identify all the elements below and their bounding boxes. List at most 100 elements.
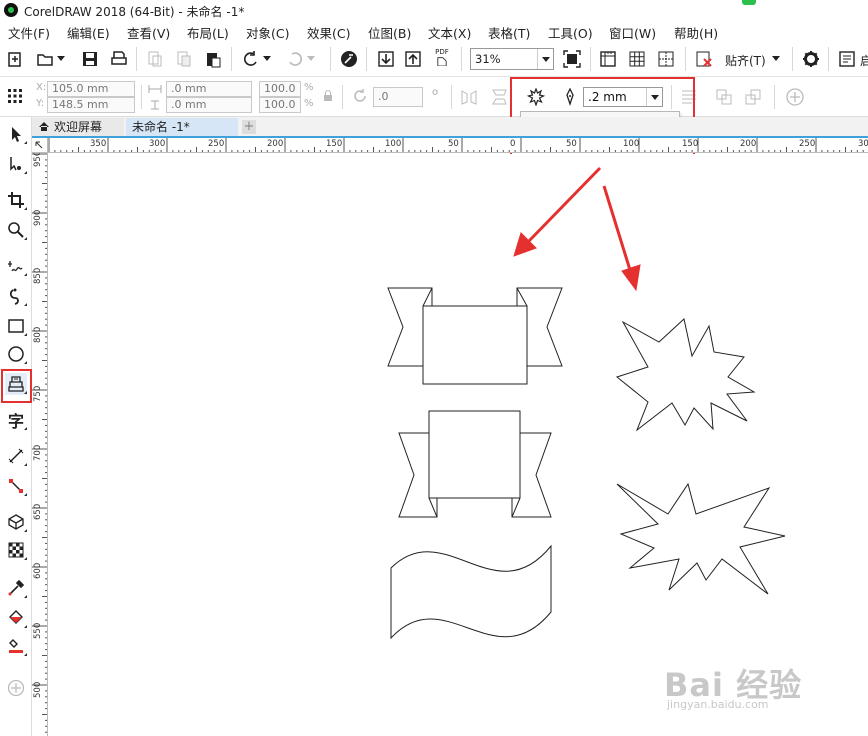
search-content-icon[interactable]: [340, 50, 358, 68]
mirror-horizontal-icon[interactable]: [460, 88, 478, 106]
chevron-down-icon[interactable]: [306, 50, 316, 68]
ruler-origin[interactable]: [32, 138, 48, 153]
tab-welcome-screen[interactable]: 欢迎屏幕: [32, 118, 124, 137]
ruler-v-label: 550: [33, 622, 43, 639]
show-rulers-icon[interactable]: [599, 50, 617, 68]
shape-tool-icon[interactable]: [5, 153, 27, 175]
ellipse-tool-icon[interactable]: [5, 343, 27, 365]
extrude-tool-icon[interactable]: [5, 511, 27, 533]
new-tab-plus-icon[interactable]: +: [242, 120, 256, 134]
object-origin-icon[interactable]: [6, 87, 24, 105]
separator: [451, 85, 452, 109]
tab-current-document[interactable]: 未命名 -1*: [126, 118, 238, 137]
connector-tool-icon[interactable]: [5, 475, 27, 497]
mirror-vertical-icon[interactable]: [490, 88, 508, 106]
save-icon[interactable]: [81, 50, 99, 68]
title-bar: CorelDRAW 2018 (64-Bit) - 未命名 -1*: [0, 0, 868, 20]
scale-y-field[interactable]: 100.0: [259, 97, 301, 113]
chevron-down-icon[interactable]: [56, 50, 66, 68]
scale-x-field[interactable]: 100.0: [259, 81, 301, 97]
vertical-ruler[interactable]: 950 900 850 800 750 700 650 600 550 500: [32, 153, 48, 736]
menu-window[interactable]: 窗口(W): [609, 23, 656, 42]
baidu-watermark: Bai 经验 jingyan.baidu.com: [664, 660, 802, 711]
ruler-v-label: 600: [33, 562, 43, 579]
ruler-v-label: 750: [33, 385, 43, 402]
eyedropper-tool-icon[interactable]: [5, 577, 27, 599]
to-back-icon[interactable]: [744, 88, 762, 106]
import-icon[interactable]: [377, 50, 395, 68]
snap-off-icon[interactable]: [695, 50, 713, 68]
dimension-tool-icon[interactable]: [5, 445, 27, 467]
menu-view[interactable]: 查看(V): [127, 23, 170, 42]
text-tool-icon[interactable]: 字: [5, 409, 27, 431]
menu-object[interactable]: 对象(C): [246, 23, 289, 42]
drawing-canvas[interactable]: [49, 154, 868, 736]
pdf-label: PDF: [435, 48, 449, 56]
options-gear-icon[interactable]: [802, 50, 820, 68]
freehand-tool-icon[interactable]: [5, 255, 27, 277]
add-tool-icon[interactable]: [5, 677, 27, 699]
y-position-field[interactable]: 148.5 mm: [47, 97, 135, 113]
ruler-h-label: 150: [682, 139, 699, 149]
ruler-h-label: 250: [799, 139, 816, 149]
rotation-angle-field[interactable]: .0: [373, 87, 423, 107]
zoom-tool-icon[interactable]: [5, 219, 27, 241]
chevron-down-icon[interactable]: [262, 50, 272, 68]
ruler-h-label: 250: [208, 139, 225, 149]
cut-icon[interactable]: [146, 50, 164, 68]
menu-tools[interactable]: 工具(O): [548, 23, 593, 42]
add-plus-icon[interactable]: [786, 88, 804, 106]
property-bar: X: Y: 105.0 mm 148.5 mm .0 mm .0 mm 100.…: [0, 77, 868, 117]
rectangle-tool-icon[interactable]: [5, 315, 27, 337]
full-screen-icon[interactable]: [563, 50, 581, 68]
height-field[interactable]: .0 mm: [166, 97, 252, 113]
menu-layout[interactable]: 布局(L): [187, 23, 229, 42]
x-position-field[interactable]: 105.0 mm: [47, 81, 135, 97]
application-launcher-icon[interactable]: [838, 50, 856, 68]
ruler-v-label: 700: [33, 444, 43, 461]
transparency-tool-icon[interactable]: [5, 539, 27, 561]
export-icon[interactable]: [404, 50, 422, 68]
ruler-v-label: 850: [33, 267, 43, 284]
print-icon[interactable]: [110, 50, 128, 68]
menu-help[interactable]: 帮助(H): [674, 23, 718, 42]
to-front-icon[interactable]: [715, 88, 733, 106]
menu-effects[interactable]: 效果(C): [307, 23, 350, 42]
lock-ratio-icon[interactable]: [323, 90, 333, 102]
copy-icon[interactable]: [175, 50, 193, 68]
menu-file[interactable]: 文件(F): [8, 23, 50, 42]
menu-table[interactable]: 表格(T): [488, 23, 530, 42]
separator: [136, 47, 137, 71]
separator: [461, 47, 462, 71]
redo-icon[interactable]: [286, 50, 304, 68]
width-field[interactable]: .0 mm: [166, 81, 252, 97]
horizontal-ruler[interactable]: 350 300 250 200 150 100 50 0 50 100 150 …: [48, 138, 868, 153]
smart-fill-tool-icon[interactable]: [5, 635, 27, 657]
ruler-h-label: 150: [326, 139, 343, 149]
chevron-down-icon[interactable]: [770, 50, 782, 68]
crop-tool-icon[interactable]: [5, 189, 27, 211]
separator: [231, 47, 232, 71]
show-grid-icon[interactable]: [628, 50, 646, 68]
artistic-media-tool-icon[interactable]: [5, 285, 27, 307]
scale-x-percent: %: [304, 82, 314, 93]
publish-pdf-icon[interactable]: PDF: [433, 48, 451, 66]
paste-icon[interactable]: [204, 50, 222, 68]
ruler-v-label: 500: [33, 681, 43, 698]
interactive-fill-tool-icon[interactable]: [5, 607, 27, 629]
new-document-icon[interactable]: [6, 50, 24, 68]
zoom-level-select[interactable]: 31%: [470, 48, 554, 70]
chevron-down-icon[interactable]: [537, 49, 553, 69]
undo-icon[interactable]: [242, 50, 260, 68]
menu-edit[interactable]: 编辑(E): [67, 23, 110, 42]
open-folder-icon[interactable]: [36, 50, 54, 68]
separator: [342, 85, 343, 109]
degree-symbol: o: [432, 87, 439, 98]
snap-to-button[interactable]: 贴齐(T): [725, 52, 766, 69]
menu-text[interactable]: 文本(X): [428, 23, 471, 42]
show-guidelines-icon[interactable]: [657, 50, 675, 68]
rotation-icon: [351, 87, 369, 105]
pick-tool-icon[interactable]: [5, 123, 27, 145]
ruler-v-label: 950: [33, 153, 43, 167]
menu-bitmap[interactable]: 位图(B): [368, 23, 411, 42]
